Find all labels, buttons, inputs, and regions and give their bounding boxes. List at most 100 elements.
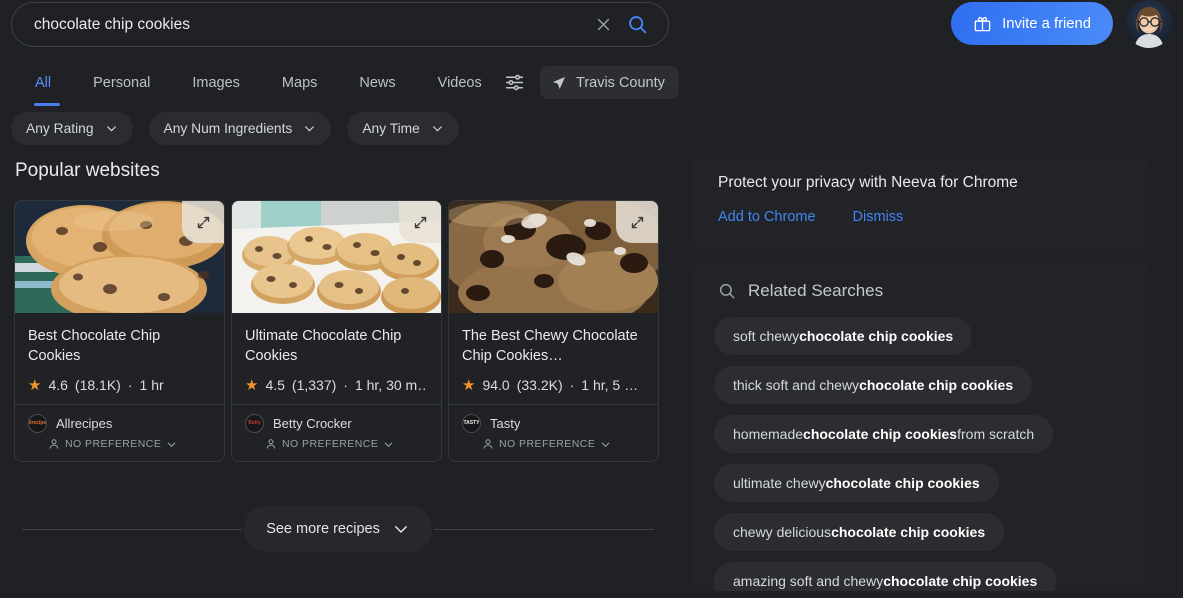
chevron-down-icon	[383, 439, 394, 450]
recipe-card-body: Ultimate Chocolate Chip Cookies ★ 4.5 (1…	[232, 313, 441, 404]
recipe-card[interactable]: Best Chocolate Chip Cookies ★ 4.6 (18.1K…	[14, 200, 225, 462]
recipe-card-footer: Betty Betty Crocker NO PREFERENCE	[232, 404, 441, 461]
tab-bar-tools: Travis County	[500, 66, 679, 99]
rating-count: (1,337)	[292, 377, 336, 393]
invite-a-friend-button[interactable]: Invite a friend	[951, 2, 1113, 45]
recipe-image	[232, 201, 441, 313]
clear-search-button[interactable]	[588, 10, 618, 40]
star-icon: ★	[462, 378, 475, 393]
filter-any-rating[interactable]: Any Rating	[11, 112, 133, 145]
related-search-chip[interactable]: amazing soft and chewy chocolate chip co…	[714, 562, 1056, 591]
expand-icon	[196, 215, 211, 230]
search-settings-button[interactable]	[500, 69, 528, 97]
add-to-chrome-button[interactable]: Add to Chrome	[718, 209, 816, 225]
expand-image-button[interactable]	[616, 201, 658, 243]
tab-videos[interactable]: Videos	[417, 66, 503, 100]
recipe-title: The Best Chewy Chocolate Chip Cookies…	[462, 326, 645, 366]
recipe-time: 1 hr, 5 …	[581, 377, 638, 393]
person-icon	[265, 438, 277, 450]
recipe-card-body: Best Chocolate Chip Cookies ★ 4.6 (18.1K…	[15, 313, 224, 404]
recipe-image	[449, 201, 658, 313]
right-sidebar: Protect your privacy with Neeva for Chro…	[692, 154, 1150, 591]
recipe-card-footer: TASTY Tasty NO PREFERENCE	[449, 404, 658, 461]
search-icon	[718, 282, 736, 300]
site-name: Tasty	[490, 416, 520, 431]
filter-any-time[interactable]: Any Time	[347, 112, 459, 145]
preference-selector[interactable]: NO PREFERENCE	[482, 438, 645, 450]
related-searches-title: Related Searches	[748, 281, 883, 301]
tab-bar: All Personal Images Maps News Videos	[22, 66, 503, 100]
preference-label: NO PREFERENCE	[282, 438, 378, 450]
expand-icon	[630, 215, 645, 230]
recipe-card-body: The Best Chewy Chocolate Chip Cookies… ★…	[449, 313, 658, 404]
chevron-down-icon	[392, 520, 410, 538]
privacy-promo-panel: Protect your privacy with Neeva for Chro…	[692, 154, 1150, 249]
star-icon: ★	[28, 378, 41, 393]
see-more-recipes-button[interactable]: See more recipes	[244, 506, 432, 552]
related-search-chip[interactable]: ultimate chewy chocolate chip cookies	[714, 464, 999, 502]
preference-label: NO PREFERENCE	[499, 438, 595, 450]
related-search-chip[interactable]: soft chewy chocolate chip cookies	[714, 317, 972, 355]
divider-left	[22, 529, 242, 530]
page-title: Popular websites	[15, 160, 680, 182]
recipe-title: Ultimate Chocolate Chip Cookies	[245, 326, 428, 366]
gift-icon	[973, 14, 992, 33]
related-searches-list: soft chewy chocolate chip cookies thick s…	[714, 317, 1128, 591]
tab-all[interactable]: All	[22, 66, 72, 100]
sliders-icon	[504, 72, 525, 93]
site-row: allrecipes Allrecipes	[28, 414, 211, 433]
person-icon	[48, 438, 60, 450]
promo-actions: Add to Chrome Dismiss	[718, 209, 1124, 225]
betty-crocker-logo-icon: Betty	[245, 414, 264, 433]
chevron-down-icon	[105, 122, 118, 135]
related-search-chip[interactable]: thick soft and chewy chocolate chip cook…	[714, 366, 1032, 404]
tab-maps[interactable]: Maps	[261, 66, 338, 100]
rating-count: (18.1K)	[75, 377, 121, 393]
dismiss-promo-button[interactable]: Dismiss	[853, 209, 904, 225]
recipe-card[interactable]: Ultimate Chocolate Chip Cookies ★ 4.5 (1…	[231, 200, 442, 462]
preference-selector[interactable]: NO PREFERENCE	[265, 438, 428, 450]
tab-images[interactable]: Images	[171, 66, 261, 100]
recipe-rating-row: ★ 4.5 (1,337) · 1 hr, 30 m…	[245, 377, 428, 393]
recipe-card-footer: allrecipes Allrecipes NO PREFERENCE	[15, 404, 224, 461]
filter-any-num-ingredients[interactable]: Any Num Ingredients	[149, 112, 332, 145]
tab-news[interactable]: News	[338, 66, 416, 100]
results-column: Popular websites	[0, 160, 680, 462]
search-bar	[11, 2, 669, 47]
chevron-down-icon	[600, 439, 611, 450]
see-more-label: See more recipes	[266, 521, 380, 537]
related-search-chip[interactable]: homemade chocolate chip cookies from scr…	[714, 415, 1053, 453]
navigation-arrow-icon	[551, 75, 567, 91]
search-icon	[627, 14, 648, 35]
preference-label: NO PREFERENCE	[65, 438, 161, 450]
rating-value: 4.5	[265, 377, 284, 393]
search-submit-button[interactable]	[620, 8, 654, 42]
preference-selector[interactable]: NO PREFERENCE	[48, 438, 211, 450]
related-searches-header: Related Searches	[718, 281, 1128, 301]
search-input[interactable]	[12, 16, 588, 34]
recipe-image	[15, 201, 224, 313]
invite-label: Invite a friend	[1002, 16, 1091, 32]
recipe-time: 1 hr, 30 m…	[355, 377, 428, 393]
rating-separator: ·	[343, 377, 348, 393]
tab-personal[interactable]: Personal	[72, 66, 171, 100]
recipe-rating-row: ★ 94.0 (33.2K) · 1 hr, 5 …	[462, 377, 645, 393]
rating-value: 4.6	[48, 377, 67, 393]
chevron-down-icon	[166, 439, 177, 450]
location-chip[interactable]: Travis County	[540, 66, 679, 99]
site-name: Betty Crocker	[273, 416, 352, 431]
avatar-image	[1125, 0, 1173, 48]
location-label: Travis County	[576, 75, 665, 91]
recipe-title: Best Chocolate Chip Cookies	[28, 326, 211, 366]
rating-value: 94.0	[482, 377, 509, 393]
expand-image-button[interactable]	[399, 201, 441, 243]
avatar[interactable]	[1125, 0, 1173, 48]
expand-image-button[interactable]	[182, 201, 224, 243]
related-search-chip[interactable]: chewy delicious chocolate chip cookies	[714, 513, 1004, 551]
site-name: Allrecipes	[56, 416, 112, 431]
recipe-card[interactable]: The Best Chewy Chocolate Chip Cookies… ★…	[448, 200, 659, 462]
divider-right	[434, 529, 654, 530]
person-icon	[482, 438, 494, 450]
close-icon	[595, 16, 612, 33]
star-icon: ★	[245, 378, 258, 393]
